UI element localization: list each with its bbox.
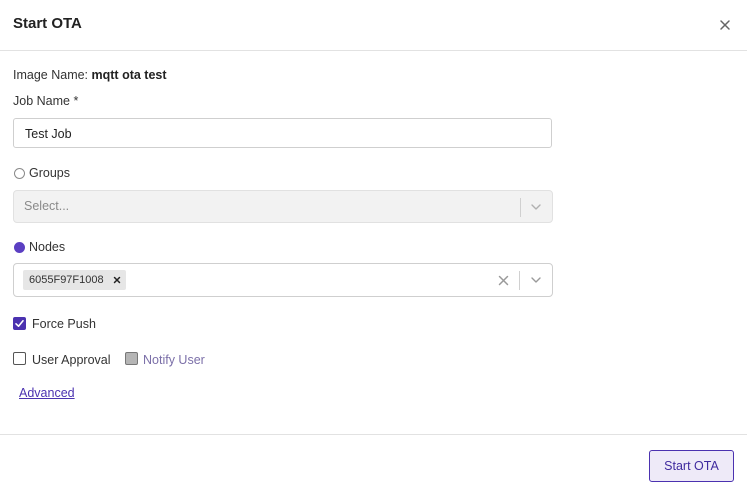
notify-user-checkbox xyxy=(125,352,138,365)
advanced-link[interactable]: Advanced xyxy=(19,386,75,400)
job-name-label: Job Name * xyxy=(13,94,79,108)
select-separator xyxy=(520,198,521,217)
groups-label: Groups xyxy=(29,166,70,180)
user-approval-checkbox[interactable] xyxy=(13,352,26,365)
node-chip-label: 6055F97F1008 xyxy=(29,274,104,286)
user-approval-label: User Approval xyxy=(32,353,111,367)
job-name-input[interactable]: Test Job xyxy=(13,118,552,148)
image-name-value: mqtt ota test xyxy=(91,68,167,82)
start-ota-button[interactable]: Start OTA xyxy=(649,450,734,482)
image-name-label: Image Name: xyxy=(13,68,89,82)
groups-select: Select... xyxy=(13,190,553,223)
nodes-select[interactable]: 6055F97F1008 xyxy=(13,263,553,297)
dialog-footer: Start OTA xyxy=(0,434,747,495)
force-push-checkbox[interactable] xyxy=(13,317,26,330)
dialog-title: Start OTA xyxy=(13,15,82,32)
notify-user-label: Notify User xyxy=(143,353,205,367)
start-ota-dialog: Start OTA Image Name: mqtt ota test Job … xyxy=(0,0,747,494)
dialog-header: Start OTA xyxy=(0,0,747,51)
groups-select-placeholder: Select... xyxy=(24,199,70,213)
chevron-down-icon[interactable] xyxy=(529,273,543,287)
image-name-row: Image Name: mqtt ota test xyxy=(13,68,167,82)
groups-radio[interactable] xyxy=(14,168,25,179)
remove-chip-icon[interactable] xyxy=(112,275,122,285)
chevron-down-icon xyxy=(529,200,543,214)
nodes-radio[interactable] xyxy=(14,242,25,253)
close-icon[interactable] xyxy=(716,16,734,34)
force-push-label: Force Push xyxy=(32,317,96,331)
node-chip: 6055F97F1008 xyxy=(23,270,126,290)
clear-icon[interactable] xyxy=(497,274,510,287)
nodes-label: Nodes xyxy=(29,240,66,254)
select-separator xyxy=(519,271,520,290)
